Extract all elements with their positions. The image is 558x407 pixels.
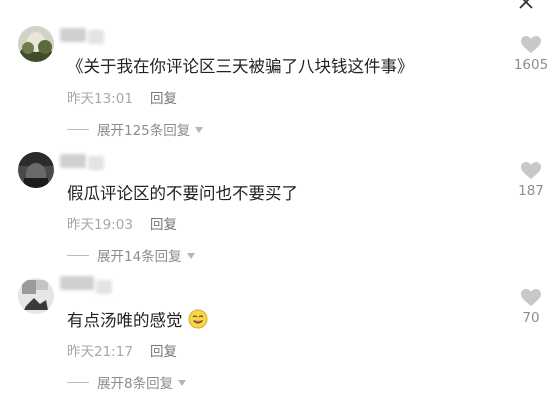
like-count: 187 (518, 183, 544, 199)
avatar[interactable] (18, 278, 54, 314)
heart-icon (521, 162, 541, 179)
expand-replies-button[interactable]: 展开8条回复 (67, 372, 187, 392)
comment-time: 昨天13:01 (67, 91, 133, 107)
comment-text: 《关于我在你评论区三天被骗了八块钱这件事》 (67, 57, 414, 76)
heart-icon (521, 36, 541, 53)
username-blurred (60, 28, 86, 42)
comment-time: 昨天19:03 (67, 217, 133, 233)
username-blurred (88, 30, 104, 44)
comment-text-label: 有点汤唯的感觉 (67, 311, 183, 330)
reply-button[interactable]: 回复 (150, 213, 177, 233)
like-count: 1605 (513, 57, 549, 73)
reply-button[interactable]: 回复 (150, 340, 177, 360)
like-count: 70 (522, 310, 540, 326)
username-blurred (60, 276, 94, 290)
reply-button[interactable]: 回复 (150, 87, 177, 107)
divider (67, 381, 89, 383)
avatar[interactable] (18, 152, 54, 188)
avatar[interactable] (18, 26, 54, 62)
chevron-down-icon (178, 380, 187, 386)
username-blurred (88, 156, 104, 170)
comment-item: 有点汤唯的感觉 昨天21:17 回复 展开8条回复 70 (0, 256, 558, 392)
comment-text: 有点汤唯的感觉 (67, 307, 208, 331)
username-blurred (96, 280, 112, 294)
expand-replies-label: 展开8条回复 (97, 376, 174, 392)
comment-item: 假瓜评论区的不要问也不要买了 昨天19:03 回复 展开14条回复 187 (0, 128, 558, 265)
username-blurred (60, 154, 86, 168)
comment-time: 昨天21:17 (67, 344, 133, 360)
like-button[interactable]: 70 (506, 289, 556, 326)
heart-icon (521, 289, 541, 306)
smiling-face-emoji-icon (188, 309, 208, 329)
comment-item: 《关于我在你评论区三天被骗了八块钱这件事》 昨天13:01 回复 展开125条回… (0, 0, 558, 139)
like-button[interactable]: 1605 (506, 36, 556, 73)
like-button[interactable]: 187 (506, 162, 556, 199)
comment-text: 假瓜评论区的不要问也不要买了 (67, 184, 298, 203)
